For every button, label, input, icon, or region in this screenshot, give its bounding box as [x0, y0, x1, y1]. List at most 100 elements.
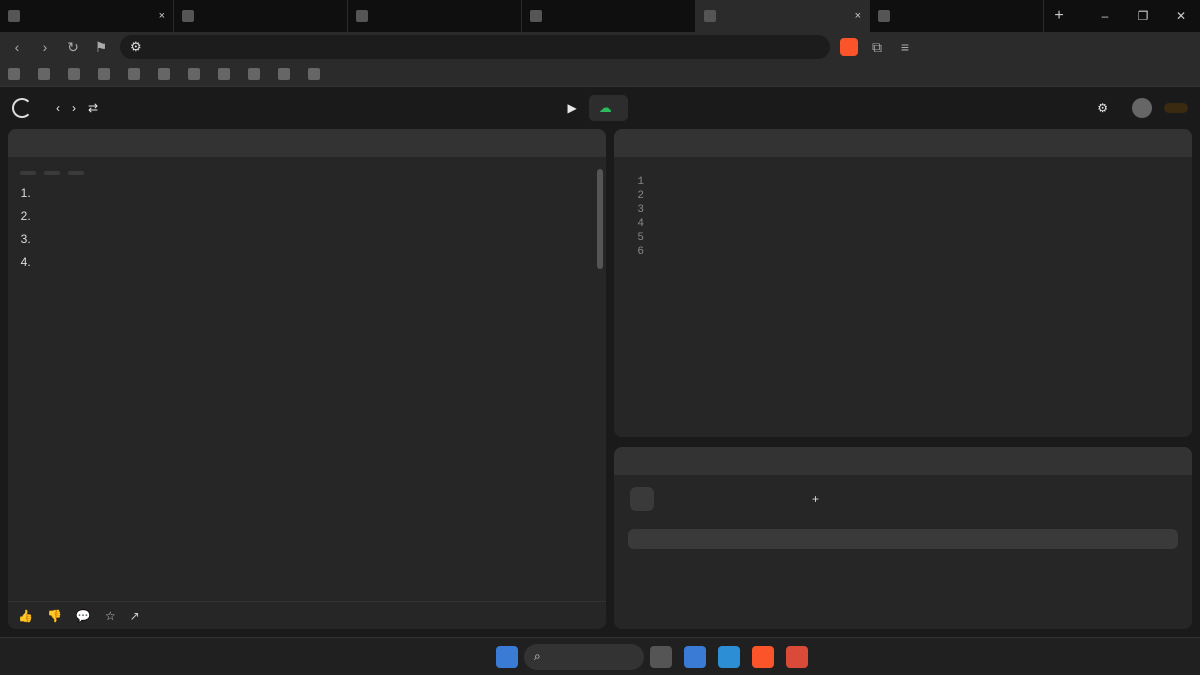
- store-icon[interactable]: [684, 645, 706, 668]
- brave-shield-icon[interactable]: [840, 38, 858, 56]
- close-icon[interactable]: ×: [855, 10, 861, 22]
- bookmark-favicon-icon: [98, 68, 110, 80]
- line-number: 6: [637, 246, 644, 258]
- start-icon[interactable]: [496, 645, 518, 668]
- description-footer: 👍 👎 💬 ☆ ↗: [8, 601, 606, 629]
- browser-tab[interactable]: [870, 0, 1044, 32]
- submit-button[interactable]: ☁: [588, 95, 628, 121]
- browser-tab[interactable]: [348, 0, 522, 32]
- shuffle-icon[interactable]: ⇄: [88, 101, 98, 115]
- task-view-icon[interactable]: [650, 645, 672, 668]
- difficulty-badge[interactable]: [20, 171, 36, 175]
- rule-item: [34, 254, 594, 271]
- search-icon: ⌕: [534, 649, 541, 663]
- browser-tab[interactable]: [174, 0, 348, 32]
- bookmark-item[interactable]: [218, 68, 234, 80]
- favicon-icon: [704, 10, 716, 22]
- avatar[interactable]: [1132, 98, 1152, 118]
- bookmark-item[interactable]: [8, 68, 24, 80]
- bookmark-favicon-icon: [188, 68, 200, 80]
- code-line: 6: [614, 245, 1192, 259]
- description-panel: 👍 👎 💬 ☆ ↗: [8, 129, 606, 629]
- browser-tab-active[interactable]: ×: [696, 0, 870, 32]
- bookmark-favicon-icon: [218, 68, 230, 80]
- run-icon[interactable]: ▶: [568, 101, 577, 115]
- testcase-tabs: [614, 447, 1192, 475]
- minimize-icon[interactable]: –: [1086, 0, 1124, 32]
- logo-icon[interactable]: [12, 98, 32, 118]
- forward-icon[interactable]: ›: [36, 39, 54, 55]
- brave-icon[interactable]: [752, 645, 774, 668]
- code-line: 2: [614, 189, 1192, 203]
- bookmark-item[interactable]: [278, 68, 294, 80]
- dislike-icon[interactable]: 👎: [47, 609, 62, 623]
- upload-icon: ☁: [598, 100, 612, 115]
- topics-badge[interactable]: [44, 171, 60, 175]
- site-info-icon[interactable]: ⚙: [130, 39, 142, 55]
- close-icon[interactable]: ×: [159, 10, 165, 22]
- edge-icon[interactable]: [718, 645, 740, 668]
- favicon-icon: [356, 10, 368, 22]
- like-button[interactable]: 👍: [18, 609, 33, 623]
- param-value[interactable]: [628, 529, 1178, 549]
- settings-icon[interactable]: ⚙: [1097, 101, 1108, 115]
- bookmark-item[interactable]: [68, 68, 84, 80]
- code-panel: 1 2 3 4 5 6: [614, 129, 1192, 437]
- menu-icon[interactable]: ≡: [896, 39, 914, 55]
- companies-badge[interactable]: [68, 171, 84, 175]
- bookmark-item[interactable]: [188, 68, 204, 80]
- bookmark-item[interactable]: [248, 68, 264, 80]
- code-line: 4: [614, 217, 1192, 231]
- premium-button[interactable]: [1164, 103, 1188, 113]
- line-number: 3: [637, 204, 644, 216]
- case-tab[interactable]: [630, 487, 654, 511]
- chrome-icon[interactable]: [786, 645, 808, 668]
- bookmark-item[interactable]: [38, 68, 54, 80]
- next-problem-icon[interactable]: ›: [72, 101, 76, 115]
- window-controls: – ❐ ✕: [1086, 0, 1200, 32]
- code-line: 3: [614, 203, 1192, 217]
- os-taskbar: ⌕: [0, 637, 1200, 675]
- case-tab[interactable]: [698, 487, 722, 511]
- close-window-icon[interactable]: ✕: [1162, 0, 1200, 32]
- case-tab[interactable]: [664, 487, 688, 511]
- code-line: 5: [614, 231, 1192, 245]
- rule-item: [34, 185, 594, 202]
- bookmark-favicon-icon: [128, 68, 140, 80]
- prev-problem-icon[interactable]: ‹: [56, 101, 60, 115]
- comments-button[interactable]: 💬: [76, 609, 91, 623]
- code-editor[interactable]: 1 2 3 4 5 6: [614, 169, 1192, 265]
- share-icon[interactable]: ↗: [130, 609, 140, 623]
- new-tab-button[interactable]: +: [1044, 7, 1074, 25]
- extensions-icon[interactable]: ⧉: [868, 39, 886, 56]
- favicon-icon: [530, 10, 542, 22]
- bookmark-item[interactable]: [98, 68, 114, 80]
- line-number: 2: [637, 190, 644, 202]
- star-icon[interactable]: ☆: [105, 609, 116, 623]
- browser-tab[interactable]: [522, 0, 696, 32]
- bookmark-icon[interactable]: ⚑: [92, 39, 110, 56]
- back-icon[interactable]: ‹: [8, 39, 26, 55]
- taskbar-search[interactable]: ⌕: [524, 643, 644, 670]
- favicon-icon: [8, 10, 20, 22]
- bookmark-item[interactable]: [128, 68, 144, 80]
- reload-icon[interactable]: ↻: [64, 39, 82, 56]
- bookmark-item[interactable]: [308, 68, 324, 80]
- maximize-icon[interactable]: ❐: [1124, 0, 1162, 32]
- case-tab[interactable]: [732, 487, 756, 511]
- rules-list: [34, 185, 594, 271]
- url-field[interactable]: ⚙: [120, 35, 830, 59]
- line-number: 1: [637, 176, 644, 188]
- bookmark-favicon-icon: [8, 68, 20, 80]
- case-tab[interactable]: [766, 487, 790, 511]
- scrollbar[interactable]: [597, 169, 603, 269]
- browser-tab[interactable]: ×: [0, 0, 174, 32]
- rule-item: [34, 231, 594, 248]
- tag-row: [20, 171, 594, 175]
- bookmark-item[interactable]: [158, 68, 174, 80]
- case-selector: +: [614, 475, 1192, 523]
- bookmark-favicon-icon: [38, 68, 50, 80]
- bookmarks-bar: [0, 62, 1200, 87]
- add-case-icon[interactable]: +: [800, 487, 831, 511]
- favicon-icon: [182, 10, 194, 22]
